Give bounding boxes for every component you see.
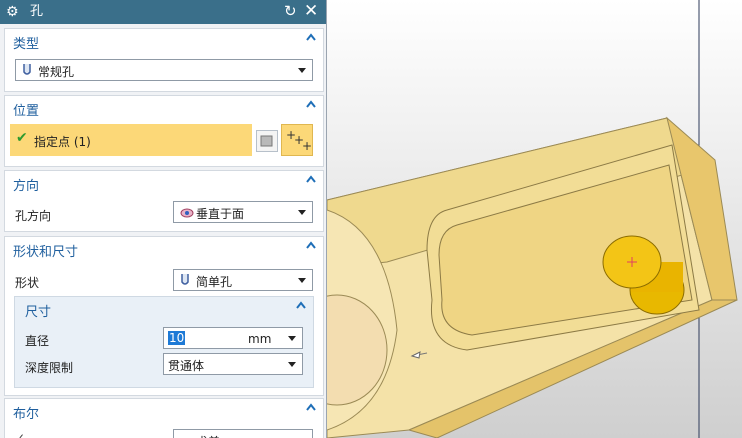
- chevron-down-icon: [298, 278, 306, 283]
- shape-select[interactable]: 简单孔: [173, 269, 313, 291]
- boolean-section: 布尔 ✓ 求差: [4, 398, 324, 438]
- boolean-select[interactable]: 求差: [173, 429, 313, 438]
- type-value: 常规孔: [38, 65, 75, 79]
- chevron-down-icon: [298, 68, 306, 73]
- part-model: [327, 0, 738, 438]
- type-select[interactable]: 常规孔: [15, 59, 313, 81]
- chevron-up-icon[interactable]: [305, 173, 317, 185]
- diameter-unit: mm: [248, 332, 272, 346]
- svg-text:+: +: [302, 139, 312, 153]
- sketch-section-button[interactable]: [256, 130, 278, 152]
- chevron-up-icon[interactable]: [305, 31, 317, 43]
- chevron-down-icon: [288, 362, 296, 367]
- boolean-label: ✓: [15, 431, 26, 438]
- direction-label: 孔方向: [15, 209, 52, 223]
- shape-header: 形状和尺寸: [13, 245, 79, 260]
- dimensions-header: 尺寸: [25, 305, 52, 320]
- chevron-up-icon[interactable]: [305, 401, 317, 413]
- type-section: 类型 常规孔: [4, 28, 324, 92]
- direction-header: 方向: [13, 179, 40, 194]
- diameter-label: 直径: [25, 334, 50, 348]
- chevron-down-icon: [298, 210, 306, 215]
- direction-section: 方向 孔方向 垂直于面: [4, 170, 324, 232]
- gear-icon[interactable]: ⚙: [6, 3, 19, 21]
- reset-icon[interactable]: ↻: [284, 2, 297, 21]
- depth-limit-value: 贯通体: [168, 359, 205, 373]
- shape-label: 形状: [15, 276, 40, 290]
- direction-value: 垂直于面: [196, 207, 245, 221]
- specify-point-row[interactable]: ✔ 指定点 (1): [10, 124, 252, 156]
- position-header: 位置: [13, 104, 40, 119]
- shape-value: 简单孔: [196, 275, 233, 289]
- hole-dialog: ⚙ 孔 ↻ ✕ 类型 常规孔 位置 ✔ 指定点 (1) + + + 方向 孔方向…: [0, 0, 327, 438]
- close-icon[interactable]: ✕: [304, 1, 318, 21]
- diameter-value[interactable]: 10: [168, 331, 186, 345]
- chevron-up-icon[interactable]: [295, 299, 307, 311]
- dimensions-subsection: 尺寸 直径 10 mm 深度限制 贯通体: [14, 296, 314, 388]
- chevron-up-icon[interactable]: [305, 98, 317, 110]
- point-dialog-button[interactable]: + + +: [281, 124, 313, 156]
- depth-limit-label: 深度限制: [25, 361, 74, 375]
- checkmark-icon: ✔: [16, 130, 28, 146]
- hole-type-icon: [22, 63, 32, 80]
- boolean-header: 布尔: [13, 407, 40, 422]
- boolean-value: 求差: [196, 433, 220, 438]
- specify-point-label: 指定点 (1): [34, 135, 91, 149]
- simple-hole-icon: [180, 273, 190, 290]
- title-bar: ⚙ 孔 ↻ ✕: [0, 0, 326, 24]
- graphics-viewport[interactable]: [327, 0, 742, 438]
- normal-direction-icon: [180, 205, 194, 222]
- type-header: 类型: [13, 37, 40, 52]
- depth-limit-select[interactable]: 贯通体: [163, 353, 303, 375]
- diameter-input[interactable]: 10 mm: [163, 327, 303, 349]
- direction-select[interactable]: 垂直于面: [173, 201, 313, 223]
- dialog-title: 孔: [30, 4, 44, 19]
- chevron-up-icon[interactable]: [305, 239, 317, 251]
- chevron-down-icon[interactable]: [288, 336, 296, 341]
